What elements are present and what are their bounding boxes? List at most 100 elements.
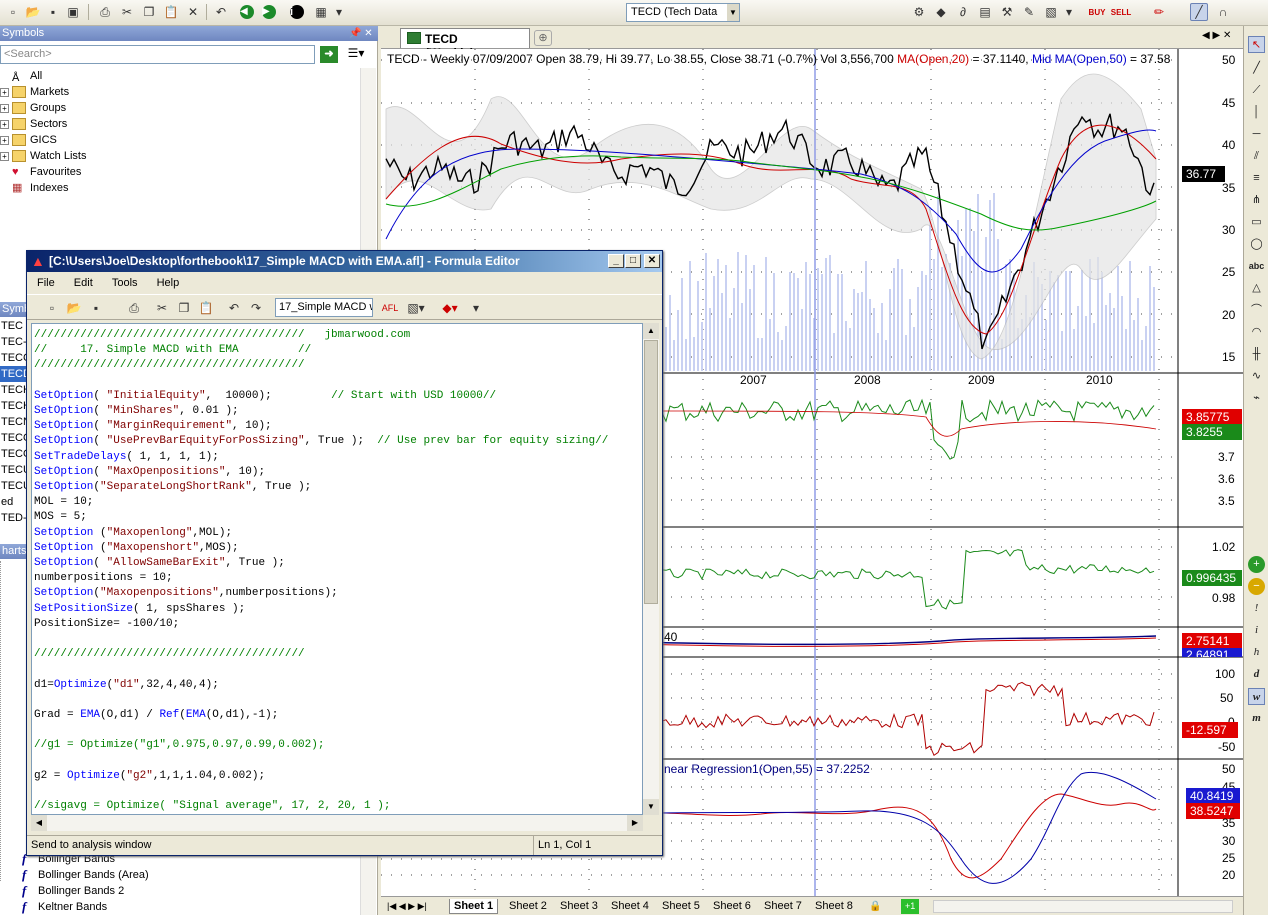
vertical-line-icon[interactable]: │ bbox=[1248, 104, 1265, 121]
tree-item-markets[interactable]: + Markets bbox=[0, 84, 86, 100]
formula-item[interactable]: f Bollinger Bands 2 bbox=[0, 883, 149, 899]
interval-daily-icon[interactable]: d bbox=[1248, 666, 1265, 683]
toolbar-overflow-icon[interactable]: ▾ bbox=[334, 3, 344, 21]
search-go-icon[interactable]: ➜ bbox=[320, 46, 338, 63]
interval-h-icon[interactable]: h bbox=[1248, 644, 1265, 661]
tree-item-watch-lists[interactable]: + Watch Lists bbox=[0, 148, 86, 164]
tab-sheet-1[interactable]: Sheet 1 bbox=[449, 899, 499, 914]
expand-icon[interactable]: + bbox=[0, 136, 9, 145]
minimize-icon[interactable]: _ bbox=[608, 254, 624, 268]
save-all-icon[interactable]: ▣ bbox=[64, 3, 82, 21]
maximize-icon[interactable]: □ bbox=[625, 254, 641, 268]
menu-help[interactable]: Help bbox=[157, 277, 180, 289]
symbol-row[interactable]: TECO bbox=[0, 430, 26, 446]
symbol-row[interactable]: TECUE bbox=[0, 478, 26, 494]
expand-icon[interactable]: + bbox=[0, 104, 9, 113]
settings-gear-icon[interactable]: ⚙ bbox=[910, 3, 928, 21]
new-file-icon[interactable]: ▫ bbox=[4, 3, 22, 21]
zoom-out-icon[interactable]: − bbox=[1248, 578, 1265, 595]
tree-item-favourites[interactable]: ♥ Favourites bbox=[0, 164, 86, 180]
symbol-combo[interactable]: TECD (Tech Data ▼ bbox=[626, 3, 740, 22]
cut-icon[interactable]: ✂ bbox=[153, 299, 171, 317]
calendar-icon[interactable]: ▦ bbox=[312, 3, 330, 21]
symbol-row[interactable]: TEC bbox=[0, 318, 26, 334]
ellipse-icon[interactable]: ◯ bbox=[1248, 236, 1265, 253]
symbol-search-input[interactable]: <Search> bbox=[0, 45, 315, 64]
magnet-icon[interactable]: ∩ bbox=[1214, 3, 1232, 21]
list-view-icon[interactable]: ☰▾ bbox=[342, 46, 370, 63]
tree-item-sectors[interactable]: + Sectors bbox=[0, 116, 86, 132]
menu-tools[interactable]: Tools bbox=[112, 277, 138, 289]
copy-icon[interactable]: ❐ bbox=[175, 299, 193, 317]
tree-item-indexes[interactable]: ▦ Indexes bbox=[0, 180, 86, 196]
open-folder-icon[interactable]: 📂 bbox=[24, 3, 42, 21]
backtest-icon[interactable]: ▧ bbox=[1042, 3, 1060, 21]
indicator-icon[interactable]: ∂ bbox=[954, 3, 972, 21]
tab-sheet-5[interactable]: Sheet 5 bbox=[658, 899, 704, 914]
channel-icon[interactable]: ⫽ bbox=[1248, 148, 1265, 165]
verify-syntax-icon[interactable]: AFL bbox=[381, 299, 399, 317]
interval-monthly-icon[interactable]: m bbox=[1248, 710, 1265, 727]
tab-sheet-2[interactable]: Sheet 2 bbox=[505, 899, 551, 914]
symbol-row[interactable]: TECD bbox=[0, 366, 26, 382]
code-horizontal-scrollbar[interactable]: ◀ ▶ bbox=[31, 815, 643, 831]
formula-item[interactable]: f Keltner Bands bbox=[0, 899, 149, 915]
open-folder-icon[interactable]: 📂 bbox=[65, 299, 83, 317]
print-icon[interactable]: ⎙ bbox=[125, 299, 143, 317]
expand-icon[interactable]: + bbox=[0, 120, 9, 129]
back-arrow-icon[interactable]: ◀ bbox=[238, 3, 256, 21]
arc2-icon[interactable]: ◠ bbox=[1248, 324, 1265, 341]
undo-icon[interactable]: ↶ bbox=[212, 3, 230, 21]
tree-item-all[interactable]: Å All bbox=[0, 68, 86, 84]
tab-nav-arrows[interactable]: ◀ ▶ ✕ bbox=[1202, 30, 1242, 46]
ray-icon[interactable]: ⟋ bbox=[1248, 82, 1265, 99]
paste-icon[interactable]: 📋 bbox=[162, 3, 180, 21]
info-icon[interactable]: i bbox=[288, 3, 306, 21]
symbol-row[interactable]: TED-H bbox=[0, 510, 26, 526]
arc-icon[interactable]: ⌒ bbox=[1248, 302, 1265, 319]
save-icon[interactable]: ▪ bbox=[87, 299, 105, 317]
save-icon[interactable]: ▪ bbox=[44, 3, 62, 21]
tab-sheet-8[interactable]: Sheet 8 bbox=[811, 899, 857, 914]
print-icon[interactable]: ⎙ bbox=[96, 3, 114, 21]
forward-arrow-icon[interactable]: ▶ bbox=[260, 3, 278, 21]
fibonacci-icon[interactable]: ≡ bbox=[1248, 170, 1265, 187]
text-icon[interactable]: abc bbox=[1248, 258, 1265, 275]
symbol-row[interactable]: TECU/ bbox=[0, 462, 26, 478]
formula-file-combo[interactable]: 17_Simple MACD wi bbox=[275, 298, 373, 317]
symbol-row[interactable]: TECC- bbox=[0, 350, 26, 366]
new-file-icon[interactable]: ▫ bbox=[43, 299, 61, 317]
trendline-icon[interactable]: ╱ bbox=[1248, 60, 1265, 77]
undo-icon[interactable]: ↶ bbox=[225, 299, 243, 317]
pane-pin-icon[interactable]: 📌 ✕ bbox=[349, 26, 377, 41]
triangle-icon[interactable]: △ bbox=[1248, 280, 1265, 297]
redo-icon[interactable]: ↷ bbox=[247, 299, 265, 317]
formula-editor-window[interactable]: ▲ [C:\Users\Joe\Desktop\forthebook\17_Si… bbox=[26, 250, 663, 856]
select-arrow-icon[interactable]: ↖ bbox=[1248, 36, 1265, 53]
sell-button[interactable]: SELL bbox=[1110, 3, 1132, 21]
tree-item-gics[interactable]: + GICS bbox=[0, 132, 86, 148]
horizontal-line-icon[interactable]: ─ bbox=[1248, 126, 1265, 143]
paste-icon[interactable]: 📋 bbox=[197, 299, 215, 317]
chart-hscrollbar[interactable] bbox=[933, 900, 1233, 913]
link-icon[interactable]: +1 bbox=[901, 899, 920, 914]
rectangle-icon[interactable]: ▭ bbox=[1248, 214, 1265, 231]
draw-line-icon[interactable]: ╱ bbox=[1190, 3, 1208, 21]
cycle-icon[interactable]: ∿ bbox=[1248, 368, 1265, 385]
report-icon[interactable]: ▤ bbox=[976, 3, 994, 21]
menu-file[interactable]: File bbox=[37, 277, 55, 289]
symbol-row[interactable]: TECH- bbox=[0, 398, 26, 414]
send-to-analysis-icon[interactable]: ◆▾ bbox=[441, 299, 459, 317]
close-icon[interactable]: ✕ bbox=[644, 254, 660, 268]
menu-edit[interactable]: Edit bbox=[74, 277, 93, 289]
tab-sheet-7[interactable]: Sheet 7 bbox=[760, 899, 806, 914]
tab-sheet-6[interactable]: Sheet 6 bbox=[709, 899, 755, 914]
expand-icon[interactable]: + bbox=[0, 88, 9, 97]
interval-weekly-icon[interactable]: w bbox=[1248, 688, 1265, 705]
cut-icon[interactable]: ✂ bbox=[118, 3, 136, 21]
interval-i-icon[interactable]: i bbox=[1248, 622, 1265, 639]
symbol-row[interactable]: TECO bbox=[0, 446, 26, 462]
symbol-row[interactable]: TECH bbox=[0, 382, 26, 398]
symbol-row[interactable]: TECN- bbox=[0, 414, 26, 430]
symbol-row[interactable]: TEC-2 bbox=[0, 334, 26, 350]
